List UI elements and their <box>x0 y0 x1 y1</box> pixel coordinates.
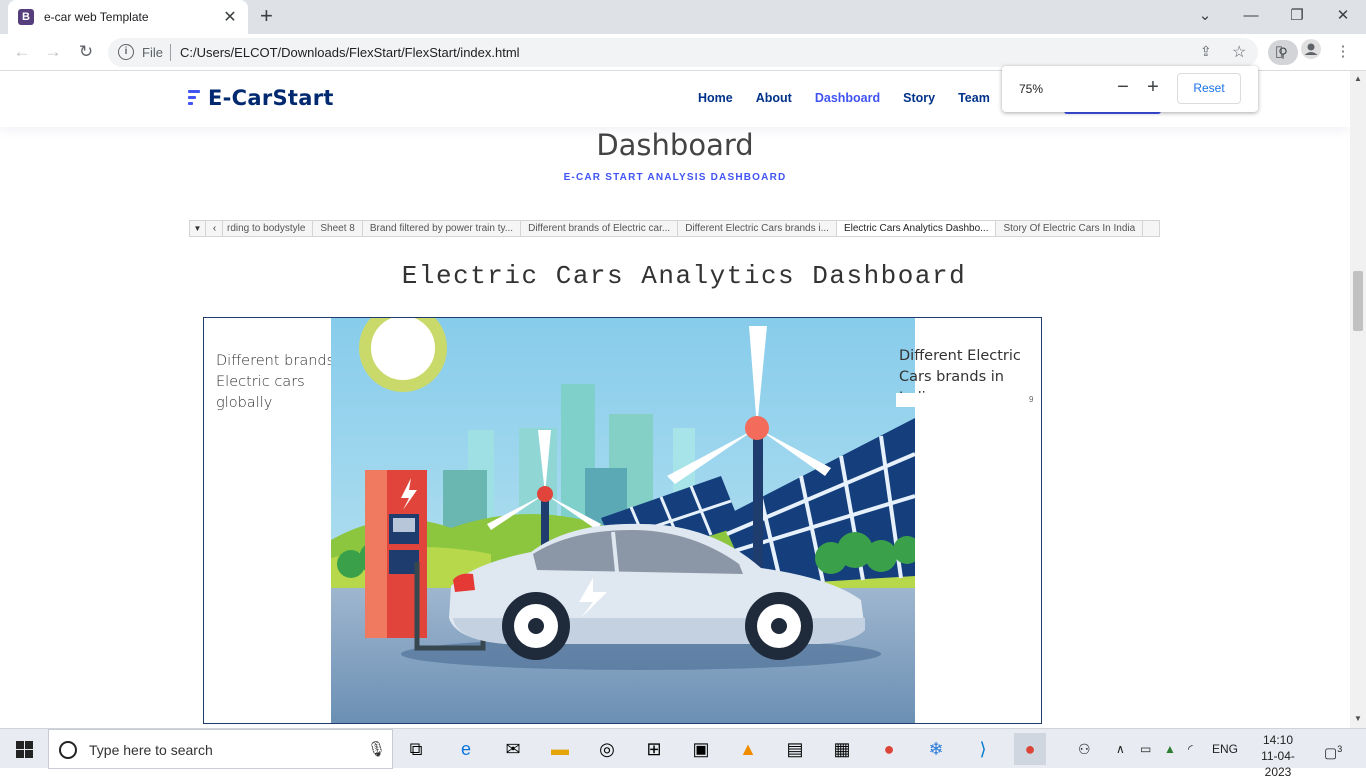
calculator-icon[interactable]: ▦ <box>826 733 858 765</box>
microphone-icon[interactable]: 🎙 <box>367 740 386 758</box>
battery-icon[interactable]: ▭ <box>1140 729 1151 769</box>
page-scrollbar[interactable]: ▲ ▼ <box>1350 71 1366 728</box>
tray-chevron-icon[interactable]: ∧ <box>1116 729 1125 769</box>
address-url[interactable]: C:/Users/ELCOT/Downloads/FlexStart/FlexS… <box>180 45 520 60</box>
search-icon <box>59 741 77 759</box>
nav-dashboard[interactable]: Dashboard <box>815 91 880 105</box>
people-icon[interactable]: ⚇ <box>1078 729 1091 769</box>
chrome-active-icon[interactable]: ● <box>1014 733 1046 765</box>
logo-text: E-CarStart <box>208 86 334 110</box>
tab-search-chevron-icon[interactable]: ⌄ <box>1182 4 1228 28</box>
scroll-up-icon[interactable]: ▲ <box>1354 74 1362 83</box>
bookmark-star-icon[interactable]: ☆ <box>1232 42 1246 62</box>
windows-taskbar: Type here to search 🎙 ⧉ e ✉ ▬ ◎ ⊞ ▣ ▲ ▤ … <box>0 728 1366 779</box>
section-title: Dashboard <box>596 128 754 162</box>
new-tab-button[interactable]: + <box>260 5 273 27</box>
file-explorer-icon[interactable]: ▬ <box>544 733 576 765</box>
forward-arrow-icon[interactable]: → <box>41 40 65 64</box>
store-icon[interactable]: ⊞ <box>638 733 670 765</box>
zoom-reset-button[interactable]: Reset <box>1177 73 1241 104</box>
minimize-button[interactable]: — <box>1228 4 1274 28</box>
india-brands-bar <box>896 393 1041 407</box>
nav-home[interactable]: Home <box>698 91 733 105</box>
profile-avatar-icon[interactable] <box>1298 39 1324 65</box>
bootstrap-favicon-icon: B <box>18 9 34 25</box>
logo-mark-icon <box>188 88 202 108</box>
sheet-tab[interactable]: rding to bodystyle <box>226 221 314 236</box>
task-view-icon[interactable]: ⧉ <box>400 733 432 765</box>
clock-time: 14:10 <box>1262 733 1294 747</box>
india-brands-count: 9 <box>1029 395 1034 404</box>
photos-icon[interactable]: ▤ <box>779 733 811 765</box>
nav-team[interactable]: Team <box>958 91 990 105</box>
vlc-icon[interactable]: ▲ <box>732 733 764 765</box>
file-scheme-label: File <box>142 45 163 60</box>
tableau-dashboard: Different brands of Electric cars global… <box>203 317 1042 724</box>
nav-story[interactable]: Story <box>903 91 935 105</box>
notification-icon[interactable]: ▢3 <box>1324 729 1342 769</box>
zoom-level: 75% <box>1019 82 1044 96</box>
sheet-tabs: rding to bodystyle Sheet 8 Brand filtere… <box>226 221 1159 236</box>
scroll-thumb[interactable] <box>1353 271 1363 331</box>
tab-title: e-car web Template <box>44 10 149 24</box>
side-panel-icon[interactable]: ▯ <box>1266 39 1292 65</box>
edge-icon[interactable]: e <box>450 733 482 765</box>
movie-app-icon[interactable]: ▣ <box>685 733 717 765</box>
sheet-tab[interactable]: Different Electric Cars brands i... <box>678 221 837 236</box>
chrome-icon[interactable]: ● <box>873 733 905 765</box>
media-app-icon[interactable]: ◎ <box>591 733 623 765</box>
tab-strip: B e-car web Template ✕ + ⌄ — ❐ ✕ <box>0 0 1366 34</box>
site-logo[interactable]: E-CarStart <box>188 86 334 110</box>
sheet-tab[interactable]: Story Of Electric Cars In India <box>996 221 1144 236</box>
sheet-tab[interactable]: Sheet 8 <box>313 221 363 236</box>
drive-icon[interactable]: ▲ <box>1164 729 1176 769</box>
wifi-icon[interactable]: ◜ <box>1188 729 1193 769</box>
mail-icon[interactable]: ✉ <box>497 733 529 765</box>
close-tab-icon[interactable]: ✕ <box>222 7 238 27</box>
nav-about[interactable]: About <box>756 91 792 105</box>
share-icon[interactable]: ⇪ <box>1200 43 1212 60</box>
clock-date: 11-04-2023 <box>1261 749 1295 779</box>
zoom-popup: 75% − + Reset <box>1002 66 1258 112</box>
windows-logo-icon <box>15 740 33 758</box>
taskbar-search-placeholder: Type here to search <box>89 742 213 758</box>
zoom-out-button[interactable]: − <box>1111 76 1135 100</box>
scroll-down-icon[interactable]: ▼ <box>1354 714 1362 723</box>
taskbar-clock[interactable]: 14:10 11-04-2023 <box>1248 732 1308 780</box>
taskbar-search[interactable]: Type here to search 🎙 <box>48 729 393 769</box>
notification-count: 3 <box>1337 744 1343 754</box>
back-arrow-icon[interactable]: ← <box>10 40 34 64</box>
info-icon[interactable]: i <box>118 44 134 60</box>
sheet-tab[interactable]: Brand filtered by power train ty... <box>363 221 522 236</box>
snip-tool-icon[interactable]: ❄ <box>920 733 952 765</box>
zoom-in-button[interactable]: + <box>1141 76 1165 100</box>
ev-charging-illustration <box>331 318 915 723</box>
reload-icon[interactable]: ↻ <box>74 40 98 64</box>
sheet-tab-active[interactable]: Electric Cars Analytics Dashbo... <box>836 221 997 236</box>
menu-kebab-icon[interactable]: ⋮ <box>1330 39 1356 65</box>
close-window-button[interactable]: ✕ <box>1320 4 1366 28</box>
sheet-list-dropdown-icon[interactable]: ▼ <box>190 221 206 236</box>
vscode-icon[interactable]: ⟩ <box>967 733 999 765</box>
sheet-tab[interactable]: Different brands of Electric car... <box>521 221 679 236</box>
browser-tab[interactable]: B e-car web Template ✕ <box>8 0 248 34</box>
start-button[interactable] <box>0 729 48 769</box>
sheet-scroll-left-icon[interactable]: ‹ <box>207 221 223 236</box>
address-separator <box>170 44 171 61</box>
tableau-sheet-tabbar: ▼ ‹ rding to bodystyle Sheet 8 Brand fil… <box>189 220 1160 237</box>
language-indicator[interactable]: ENG <box>1212 729 1238 769</box>
browser-window: B e-car web Template ✕ + ⌄ — ❐ ✕ ← → ↻ i… <box>0 0 1366 728</box>
main-nav: Home About Dashboard Story Team C <box>698 91 1045 105</box>
restore-button[interactable]: ❐ <box>1274 4 1320 28</box>
address-bar[interactable]: i File C:/Users/ELCOT/Downloads/FlexStar… <box>108 38 1298 67</box>
section-subtitle: E-CAR START ANALYSIS DASHBOARD <box>563 172 787 183</box>
dashboard-title: Electric Cars Analytics Dashboard <box>401 261 967 291</box>
page-viewport: E-CarStart Home About Dashboard Story Te… <box>0 71 1350 728</box>
